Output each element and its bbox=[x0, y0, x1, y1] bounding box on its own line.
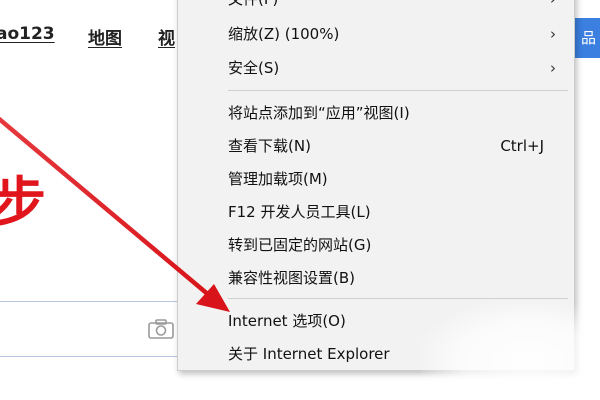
menu-item-label: 安全(S) bbox=[228, 59, 280, 77]
nav-link-video[interactable]: 视 bbox=[158, 24, 175, 49]
nav-link-hao123[interactable]: ao123 bbox=[0, 24, 55, 44]
menu-item-label: 管理加载项(M) bbox=[228, 170, 328, 188]
menu-item-label: 关于 Internet Explorer bbox=[228, 345, 390, 363]
camera-icon[interactable] bbox=[147, 318, 175, 340]
header-button[interactable]: 品 bbox=[571, 18, 600, 58]
menu-separator bbox=[228, 90, 568, 91]
menu-item-label: Internet 选项(O) bbox=[228, 312, 346, 330]
menu-item-label: 兼容性视图设置(B) bbox=[228, 269, 355, 287]
menu-item-security[interactable]: 安全(S) › bbox=[178, 52, 574, 85]
menu-item-label: 将站点添加到“应用”视图(I) bbox=[228, 104, 410, 122]
menu-item-label: 查看下载(N) bbox=[228, 137, 311, 155]
menu-item-shortcut: Ctrl+J bbox=[500, 137, 544, 155]
menu-item-file[interactable]: 文件(F) › bbox=[178, 0, 574, 16]
menu-item-label: 缩放(Z) (100%) bbox=[228, 25, 340, 43]
chevron-right-icon: › bbox=[550, 25, 556, 43]
menu-item-label: 转到已固定的网站(G) bbox=[228, 236, 372, 254]
highlighted-heading-fragment: 步 bbox=[0, 171, 46, 234]
chevron-right-icon: › bbox=[550, 0, 556, 16]
nav-link-map[interactable]: 地图 bbox=[88, 24, 122, 49]
menu-item-dev-tools[interactable]: F12 开发人员工具(L) bbox=[178, 196, 574, 229]
menu-item-view-downloads[interactable]: 查看下载(N) Ctrl+J bbox=[178, 130, 574, 163]
chevron-right-icon: › bbox=[550, 59, 556, 77]
menu-item-label: F12 开发人员工具(L) bbox=[228, 203, 371, 221]
menu-item-label: 文件(F) bbox=[228, 0, 278, 16]
screenshot: ao123 地图 视 步 品 文件(F) › 缩放(Z) (100%) › 安全… bbox=[0, 0, 600, 400]
menu-item-manage-addons[interactable]: 管理加载项(M) bbox=[178, 163, 574, 196]
menu-item-pinned-sites[interactable]: 转到已固定的网站(G) bbox=[178, 229, 574, 262]
menu-item-zoom[interactable]: 缩放(Z) (100%) › bbox=[178, 18, 574, 51]
menu-item-add-site-to-apps[interactable]: 将站点添加到“应用”视图(I) bbox=[178, 97, 574, 130]
menu-separator bbox=[228, 298, 568, 299]
menu-item-compat-view[interactable]: 兼容性视图设置(B) bbox=[178, 262, 574, 295]
watermark-glow bbox=[420, 300, 600, 400]
